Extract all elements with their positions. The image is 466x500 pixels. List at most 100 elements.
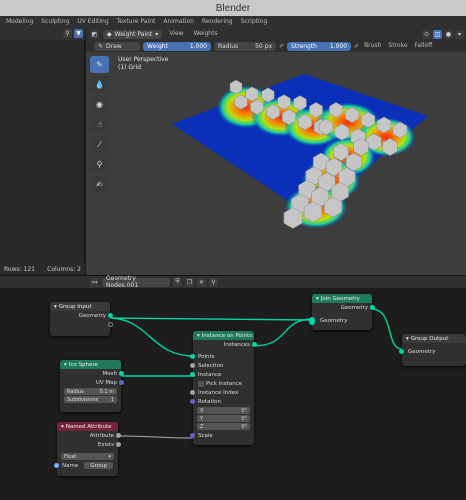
pressure-icon[interactable]: ✐	[279, 43, 284, 50]
name-socket[interactable]	[54, 463, 59, 468]
empty-socket[interactable]	[108, 322, 113, 327]
rotation-z-field[interactable]: Z 0°	[197, 423, 250, 430]
socket-label: Selection	[198, 362, 224, 369]
xray-icon[interactable]: ◫	[433, 29, 442, 39]
tab-rendering[interactable]: Rendering	[198, 16, 237, 28]
field-label: Radius	[67, 388, 84, 395]
node-title: Group Output	[410, 335, 449, 342]
overlay-icon[interactable]: ⊙	[422, 29, 431, 39]
row-count: Rows: 121	[4, 265, 35, 273]
view-name: User Perspective	[118, 56, 169, 63]
smear-brush-icon[interactable]: ☝	[90, 116, 109, 133]
output-socket-row: Geometry	[50, 311, 113, 320]
editor-type-icon[interactable]: ◩	[90, 29, 99, 39]
input-socket-row: Instance Index	[190, 388, 254, 397]
weight-label: Weight	[147, 42, 168, 50]
gradient-icon[interactable]: ⁄	[90, 136, 109, 153]
instance-on-points-node[interactable]: ▾ Instance on Points Instances Points Sel…	[190, 331, 257, 445]
instance-index-socket[interactable]	[190, 390, 195, 395]
group-input-node[interactable]: ▾ Group Input Geometry	[50, 302, 113, 336]
selection-socket[interactable]	[190, 363, 195, 368]
tab-modeling[interactable]: Modeling	[2, 16, 37, 28]
radius-label: Radius	[218, 42, 239, 50]
sample-weight-icon[interactable]: ⚲	[90, 156, 109, 173]
window-title-bar: Blender	[0, 0, 466, 16]
subdivisions-field[interactable]: Subdivisions 1	[64, 396, 117, 403]
fake-user-icon[interactable]: ⛨	[173, 277, 182, 287]
spreadsheet-status: Rows: 121 Columns: 2	[0, 263, 85, 275]
node-header: ▾ Group Output	[402, 334, 466, 343]
tab-texture-paint[interactable]: Texture Paint	[113, 16, 160, 28]
output-socket-row: Exists	[57, 440, 121, 449]
mesh-socket[interactable]	[119, 371, 124, 376]
node-header: ▾ Group Input	[50, 302, 110, 311]
rotation-y-field[interactable]: Y 0°	[197, 415, 250, 422]
socket-label: UV Map	[95, 379, 117, 386]
socket-label: Geometry	[78, 312, 106, 319]
geometry-socket[interactable]	[108, 313, 113, 318]
pin-tree-icon[interactable]: ⚲	[209, 277, 218, 287]
pin-icon[interactable]: ⚲	[63, 29, 72, 38]
tab-sculpting[interactable]: Sculpting	[37, 16, 73, 28]
weight-field[interactable]: Weight 1.000	[143, 41, 211, 51]
strength-value: 1.000	[329, 42, 348, 50]
node-editor-header: ⊶ Geometry Nodes.001 ⛨ ❐ ✕ ⚲	[86, 275, 466, 289]
data-type-dropdown[interactable]: Float ▾	[61, 453, 114, 460]
node-tree-icon[interactable]: ⊶	[90, 277, 99, 287]
tab-scripting[interactable]: Scripting	[237, 16, 272, 28]
spreadsheet-header: ⚲ ▼	[0, 28, 85, 40]
rotation-x-field[interactable]: X 0°	[197, 407, 250, 414]
draw-brush-icon[interactable]: ✎	[90, 56, 109, 73]
exists-socket[interactable]	[116, 442, 121, 447]
tab-uv-editing[interactable]: UV Editing	[73, 16, 112, 28]
average-brush-icon[interactable]: ◉	[90, 96, 109, 113]
node-tree-selector[interactable]: Geometry Nodes.001	[102, 275, 170, 289]
dropdown-value: Float	[64, 453, 77, 460]
group-output-node[interactable]: ▾ Group Output Geometry	[399, 334, 466, 366]
multi-input-socket[interactable]	[309, 316, 315, 325]
geometry-socket[interactable]	[399, 349, 404, 354]
output-socket-row: UV Map	[60, 378, 124, 387]
node-editor-canvas[interactable]: ▾ Group Input Geometry ▾ Join Geometry Geo…	[0, 288, 466, 500]
mode-dropdown[interactable]: ◆ Weight Paint ▾	[103, 29, 163, 39]
uv-map-socket[interactable]	[119, 380, 124, 385]
scale-socket[interactable]	[190, 433, 195, 438]
pick-instance-checkbox[interactable]	[198, 380, 204, 387]
annotate-icon[interactable]: ✍	[90, 176, 109, 193]
radius-field[interactable]: Radius 50 px	[214, 41, 276, 51]
join-geometry-node[interactable]: ▾ Join Geometry Geometry Geometry	[309, 294, 375, 330]
geometry-socket[interactable]	[370, 305, 375, 310]
radius-field[interactable]: Radius 0.1 m	[64, 388, 117, 395]
collapse-icon: ▾	[61, 423, 64, 430]
attribute-socket[interactable]	[116, 433, 121, 438]
input-socket-row: Selection	[190, 361, 254, 370]
pressure-strength-icon[interactable]: ✐	[354, 43, 359, 50]
shading-solid-icon[interactable]: ●	[444, 29, 453, 39]
socket-label: Geometry	[320, 317, 348, 324]
menu-view[interactable]: View	[166, 28, 186, 40]
menu-stroke[interactable]: Stroke	[386, 40, 409, 52]
menu-brush[interactable]: Brush	[362, 40, 383, 52]
unlink-icon[interactable]: ✕	[197, 277, 206, 287]
strength-field[interactable]: Strength 1.000	[287, 41, 352, 51]
duplicate-icon[interactable]: ❐	[185, 277, 194, 287]
field-value: 0°	[241, 423, 247, 430]
blur-brush-icon[interactable]: 💧	[90, 76, 109, 93]
3d-viewport[interactable]: ✎ 💧 ◉ ☝ ⁄ ⚲ ✍ User Perspective (1) Grid	[86, 52, 466, 275]
tab-animation[interactable]: Animation	[159, 16, 198, 28]
node-header: ▾ Named Attribute	[57, 422, 118, 431]
filter-icon[interactable]: ▼	[74, 29, 83, 38]
shading-dropdown-icon[interactable]: ▾	[455, 29, 464, 39]
brush-selector[interactable]: ✎ Draw	[94, 41, 140, 51]
instances-socket[interactable]	[252, 342, 257, 347]
field-value: 1	[110, 396, 114, 403]
menu-weights[interactable]: Weights	[191, 28, 221, 40]
instance-socket[interactable]	[190, 372, 195, 377]
named-attribute-node[interactable]: ▾ Named Attribute Attribute Exists Float ▾…	[54, 422, 121, 476]
column-count: Columns: 2	[47, 265, 81, 273]
ico-sphere-node[interactable]: ▾ Ico Sphere Mesh UV Map Radius 0.1 m Subd…	[60, 360, 124, 412]
rotation-socket[interactable]	[190, 399, 195, 404]
name-field[interactable]: Group	[84, 462, 113, 469]
menu-falloff[interactable]: Falloff	[413, 40, 435, 52]
points-socket[interactable]	[190, 354, 195, 359]
